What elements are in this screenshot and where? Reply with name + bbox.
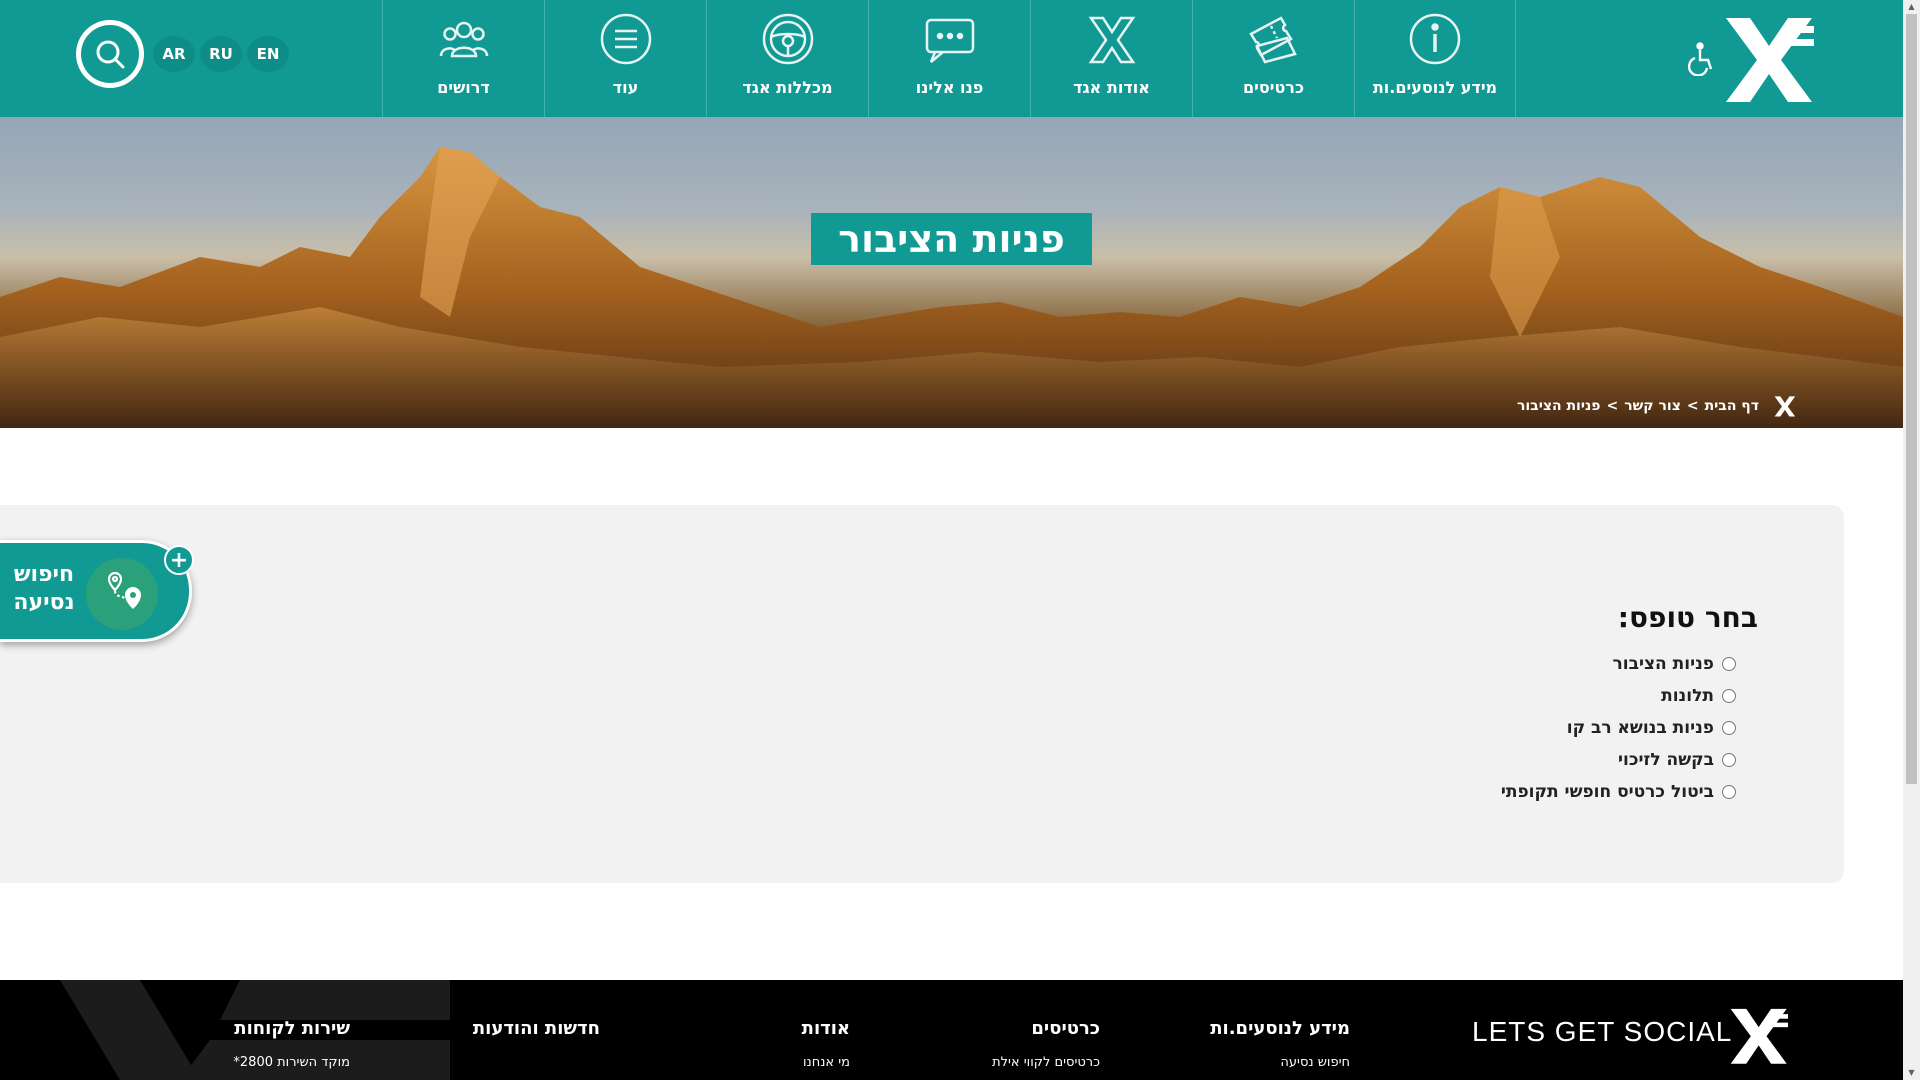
breadcrumb-contact[interactable]: צור קשר: [1624, 398, 1681, 414]
route-pin-icon: [86, 558, 158, 630]
accessibility-icon[interactable]: [1684, 42, 1714, 76]
nav-about[interactable]: אודות אגד: [1030, 0, 1192, 117]
footer-heading: כרטיסים: [1031, 1018, 1100, 1039]
social-heading: LETS GET SOCIAL: [1472, 1016, 1733, 1047]
nav-label: פנו אלינו: [915, 78, 984, 97]
page-title: פניות הציבור: [811, 213, 1092, 265]
scroll-up-arrow-icon[interactable]: ▲: [1906, 2, 1917, 12]
option-label: ביטול כרטיס חופשי תקופתי: [1500, 782, 1714, 802]
option-complaints[interactable]: תלונות: [1300, 680, 1736, 712]
radio-button[interactable]: [1722, 721, 1736, 735]
breadcrumb-separator: >: [1686, 398, 1699, 414]
steering-wheel-icon: [762, 13, 813, 65]
nav-more[interactable]: עוד: [544, 0, 706, 117]
footer-egged-logo[interactable]: [1728, 1005, 1790, 1065]
footer-heading: מידע לנוסעים.ות: [1210, 1018, 1350, 1039]
footer-col-news: חדשות והודעות: [440, 1018, 600, 1055]
ticket-icon: [1248, 16, 1297, 64]
footer-col-passenger-info: מידע לנוסעים.ות חיפוש נסיעה: [1200, 1018, 1350, 1070]
nav-tickets[interactable]: כרטיסים: [1192, 0, 1354, 117]
radio-button[interactable]: [1722, 753, 1736, 767]
egged-x-icon: [1088, 16, 1135, 64]
option-label: פניות הציבור: [1612, 654, 1714, 674]
option-rav-kav[interactable]: פניות בנושא רב קו: [1300, 712, 1736, 744]
nav-jobs[interactable]: דרושים: [382, 0, 544, 117]
main-nav: דרושים עוד מכללות אגד פנו אלינו אודות אג…: [382, 0, 1516, 117]
people-icon: [439, 21, 488, 58]
footer-col-about: אודות מי אנחנו: [720, 1018, 850, 1070]
trip-search-line2: נסיעה: [13, 590, 75, 615]
nav-passenger-info[interactable]: מידע לנוסעים.ות: [1354, 0, 1516, 117]
nav-label: מידע לנוסעים.ות: [1372, 78, 1498, 97]
scroll-down-arrow-icon[interactable]: ▼: [1906, 1068, 1917, 1078]
option-label: פניות בנושא רב קו: [1566, 718, 1714, 738]
lang-ar[interactable]: AR: [153, 36, 195, 72]
footer-col-tickets: כרטיסים כרטיסים לקווי אילת: [950, 1018, 1100, 1070]
trip-search-expand-button[interactable]: +: [164, 545, 194, 575]
footer-link[interactable]: חיפוש נסיעה: [1200, 1055, 1350, 1070]
mountain-image: [0, 147, 1903, 428]
breadcrumb: דף הבית > צור קשר > פניות הציבור: [1517, 395, 1797, 417]
nav-label: דרושים: [437, 78, 490, 97]
footer-heading: שירות לקוחות: [234, 1018, 350, 1039]
radio-button[interactable]: [1722, 657, 1736, 671]
egged-logo-small[interactable]: [1773, 395, 1797, 417]
hero-banner: פניות הציבור דף הבית > צור קשר > פניות ה…: [0, 117, 1903, 428]
footer-heading: אודות: [801, 1018, 850, 1039]
nav-label: כרטיסים: [1243, 78, 1304, 97]
option-cancel-pass[interactable]: ביטול כרטיס חופשי תקופתי: [1300, 776, 1736, 808]
search-icon: [81, 25, 139, 83]
scrollbar-thumb[interactable]: [1906, 14, 1917, 784]
option-label: בקשה לזיכוי: [1618, 750, 1714, 770]
form-title: בחר טופס:: [1617, 601, 1758, 634]
footer-link[interactable]: מוקד השירות 2800*: [200, 1055, 350, 1070]
footer-link[interactable]: כרטיסים לקווי אילת: [950, 1055, 1100, 1070]
chat-icon: [925, 18, 974, 63]
top-header: AR RU EN דרושים עוד מכללות אגד פנו אלינו…: [0, 0, 1903, 117]
breadcrumb-home[interactable]: דף הבית: [1705, 398, 1759, 414]
nav-label: עוד: [612, 78, 639, 97]
footer-col-customer-service: שירות לקוחות מוקד השירות 2800*: [200, 1018, 350, 1070]
footer-link[interactable]: מי אנחנו: [720, 1055, 850, 1070]
nav-label: מכללות אגד: [742, 78, 833, 97]
lang-ru[interactable]: RU: [200, 36, 242, 72]
radio-button[interactable]: [1722, 689, 1736, 703]
search-button[interactable]: [76, 20, 144, 88]
nav-colleges[interactable]: מכללות אגד: [706, 0, 868, 117]
trip-search-line1: חיפוש: [13, 562, 75, 587]
radio-button[interactable]: [1722, 785, 1736, 799]
nav-label: אודות אגד: [1073, 78, 1150, 97]
option-public-inquiries[interactable]: פניות הציבור: [1300, 648, 1736, 680]
form-options: פניות הציבור תלונות פניות בנושא רב קו בק…: [1300, 648, 1736, 808]
footer-heading: חדשות והודעות: [472, 1018, 600, 1039]
nav-contact[interactable]: פנו אלינו: [868, 0, 1030, 117]
option-label: תלונות: [1661, 686, 1714, 706]
egged-logo[interactable]: [1722, 12, 1817, 104]
option-refund-request[interactable]: בקשה לזיכוי: [1300, 744, 1736, 776]
trip-search-widget[interactable]: חיפוש נסיעה: [0, 540, 192, 642]
breadcrumb-current: פניות הציבור: [1516, 398, 1601, 414]
trip-search-label: חיפוש נסיעה: [6, 561, 82, 617]
info-icon: [1409, 13, 1461, 65]
lang-en[interactable]: EN: [247, 36, 289, 72]
menu-icon: [600, 13, 651, 65]
breadcrumb-separator: >: [1606, 398, 1619, 414]
